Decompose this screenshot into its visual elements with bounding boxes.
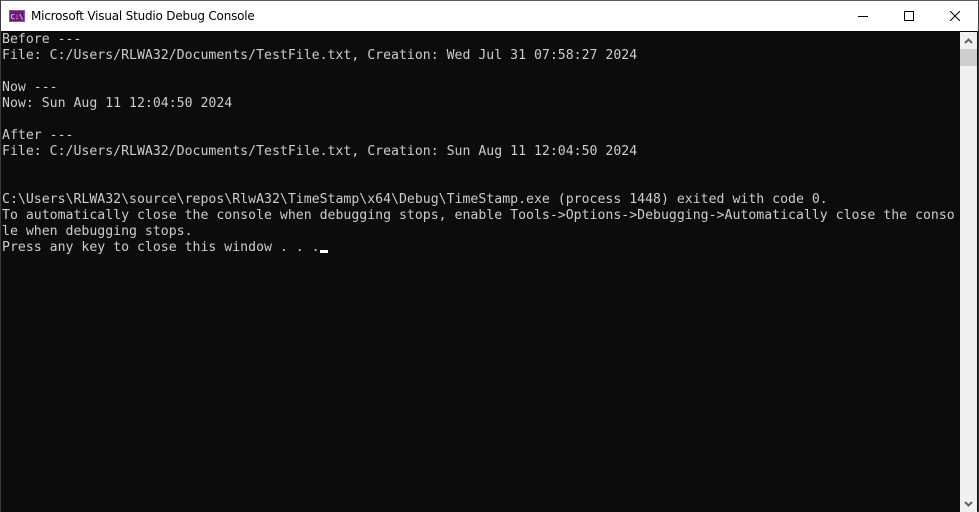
close-icon (950, 11, 960, 21)
scroll-down-button[interactable] (960, 495, 977, 512)
caption-buttons (840, 1, 978, 31)
console-line: File: C:/Users/RLWA32/Documents/TestFile… (2, 48, 638, 63)
maximize-button[interactable] (886, 1, 932, 31)
console-line: le when debugging stops. (2, 224, 193, 239)
console-prompt-text: Press any key to close this window . . . (2, 240, 320, 255)
console-line: Now: Sun Aug 11 12:04:50 2024 (2, 96, 233, 111)
minimize-button[interactable] (840, 1, 886, 31)
chevron-up-icon (964, 37, 973, 44)
console-output[interactable]: Before --- File: C:/Users/RLWA32/Documen… (1, 32, 962, 512)
title-bar[interactable]: C:\ Microsoft Visual Studio Debug Consol… (1, 1, 978, 31)
console-line: C:\Users\RLWA32\source\repos\RlwA32\Time… (2, 192, 828, 207)
console-prompt-line: Press any key to close this window . . . (1, 240, 962, 256)
close-button[interactable] (932, 1, 978, 31)
minimize-icon (858, 16, 868, 17)
chevron-down-icon (964, 500, 973, 507)
console-line: File: C:/Users/RLWA32/Documents/TestFile… (2, 144, 638, 159)
scroll-up-button[interactable] (960, 32, 977, 49)
console-line: To automatically close the console when … (2, 208, 955, 223)
console-line: Now --- (2, 80, 58, 95)
console-line: Before --- (2, 32, 82, 47)
maximize-icon (904, 11, 914, 21)
console-window: C:\ Microsoft Visual Studio Debug Consol… (0, 0, 979, 512)
window-title: Microsoft Visual Studio Debug Console (31, 9, 255, 23)
text-cursor (319, 250, 328, 253)
console-app-icon: C:\ (9, 10, 25, 22)
console-line: After --- (2, 128, 74, 143)
scrollbar-thumb[interactable] (960, 49, 977, 66)
vertical-scrollbar[interactable] (960, 32, 977, 512)
